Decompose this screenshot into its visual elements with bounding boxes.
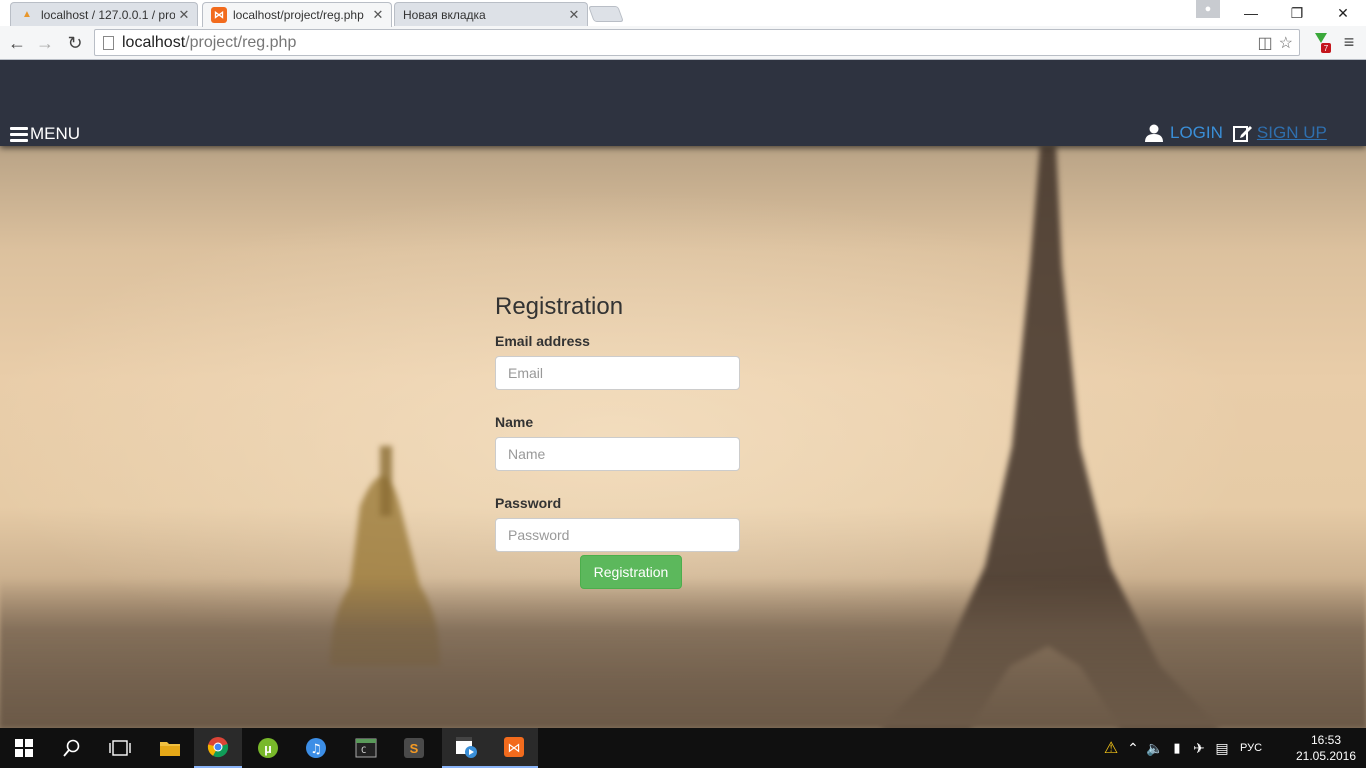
chevron-up-icon[interactable]: ⌃ bbox=[1122, 740, 1144, 757]
login-link[interactable]: LOGIN bbox=[1170, 123, 1223, 143]
browser-toolbar: ← → ↻ localhost/project/reg.php ◫ ☆ 7 ≡ bbox=[0, 26, 1366, 60]
tab-title: localhost / 127.0.0.1 / proj bbox=[41, 7, 175, 22]
utorrent-icon[interactable]: µ bbox=[244, 728, 292, 768]
url-path: /project/reg.php bbox=[185, 33, 297, 51]
email-label: Email address bbox=[495, 333, 590, 349]
extension-badge: 7 bbox=[1324, 44, 1329, 53]
svg-text:⋈: ⋈ bbox=[508, 741, 521, 756]
translate-icon[interactable]: ◫ bbox=[1258, 33, 1273, 53]
forward-arrow-icon[interactable]: → bbox=[32, 30, 58, 56]
tab-new-tab[interactable]: Новая вкладка ✕ bbox=[394, 2, 588, 26]
tab-reg-php[interactable]: ⋈ localhost/project/reg.php ✕ bbox=[202, 2, 392, 27]
bookmark-star-icon[interactable]: ☆ bbox=[1279, 33, 1293, 53]
new-tab-button[interactable] bbox=[588, 6, 624, 22]
chrome-icon[interactable] bbox=[194, 728, 242, 768]
page-content: MENU LOGIN SIGN UP Registration Email ad… bbox=[0, 61, 1366, 728]
svg-text:♫: ♫ bbox=[310, 742, 322, 757]
name-label: Name bbox=[495, 414, 534, 430]
airplane-icon[interactable]: ✈ bbox=[1188, 740, 1210, 757]
sublime-text-icon[interactable]: S bbox=[390, 728, 438, 768]
reload-icon[interactable]: ↻ bbox=[62, 30, 88, 56]
signup-link[interactable]: SIGN UP bbox=[1257, 123, 1327, 143]
minimize-button[interactable]: — bbox=[1228, 0, 1274, 26]
notification-icon[interactable]: ▤ bbox=[1210, 740, 1234, 757]
warning-icon[interactable]: ⚠ bbox=[1100, 738, 1122, 758]
language-indicator[interactable]: РУС bbox=[1240, 742, 1262, 754]
itunes-icon[interactable]: ♫ bbox=[292, 728, 340, 768]
menu-label: MENU bbox=[30, 124, 81, 143]
video-editor-icon[interactable] bbox=[442, 728, 490, 768]
restore-button[interactable]: ❐ bbox=[1274, 0, 1320, 26]
task-view-icon[interactable] bbox=[96, 728, 144, 768]
tab-title: localhost/project/reg.php bbox=[233, 8, 364, 22]
battery-icon[interactable]: ▮ bbox=[1166, 740, 1188, 756]
svg-text:S: S bbox=[410, 741, 419, 756]
browser-tab-strip: ▲ localhost / 127.0.0.1 / proj ✕ ⋈ local… bbox=[0, 0, 1366, 27]
user-icon bbox=[1145, 124, 1163, 142]
start-icon[interactable] bbox=[0, 728, 48, 768]
page-icon bbox=[103, 35, 114, 50]
edit-icon bbox=[1232, 126, 1252, 142]
address-bar[interactable]: localhost/project/reg.php ◫ ☆ bbox=[94, 29, 1300, 56]
auth-links: LOGIN SIGN UP bbox=[1144, 123, 1327, 143]
profile-icon[interactable]: ● bbox=[1196, 0, 1220, 18]
phpmyadmin-icon: ▲ bbox=[22, 9, 32, 20]
window-close-button[interactable]: ✕ bbox=[1320, 0, 1366, 26]
volume-icon[interactable]: 🔈 bbox=[1144, 740, 1166, 757]
xampp-icon[interactable]: ⋈ bbox=[490, 728, 538, 768]
xampp-icon: ⋈ bbox=[211, 7, 227, 23]
chrome-menu-icon[interactable]: ≡ bbox=[1338, 30, 1360, 54]
password-input[interactable] bbox=[495, 518, 740, 552]
svg-text:µ: µ bbox=[264, 741, 272, 756]
system-tray: ⚠ ⌃ 🔈 ▮ ✈ ▤ РУС bbox=[1100, 728, 1262, 768]
clock[interactable]: 16:53 21.05.2016 bbox=[1294, 732, 1358, 764]
svg-text:C: C bbox=[361, 746, 366, 756]
back-arrow-icon[interactable]: ← bbox=[4, 30, 30, 56]
form-title: Registration bbox=[495, 293, 624, 320]
tab-title: Новая вкладка bbox=[403, 7, 486, 22]
extension-icon[interactable]: 7 bbox=[1310, 30, 1332, 54]
email-input[interactable] bbox=[495, 356, 740, 390]
url-host: localhost bbox=[122, 33, 186, 51]
close-icon[interactable]: ✕ bbox=[175, 7, 193, 23]
clock-date: 21.05.2016 bbox=[1295, 749, 1357, 763]
password-label: Password bbox=[495, 495, 562, 511]
name-input[interactable] bbox=[495, 437, 740, 471]
city-skyline bbox=[0, 578, 1366, 728]
windows-taskbar: µ ♫ C S ⋈ ⚠ ⌃ 🔈 ▮ ✈ ▤ РУС 16:53 21.05.20… bbox=[0, 728, 1366, 768]
clock-time: 16:53 bbox=[1310, 733, 1342, 747]
close-icon[interactable]: ✕ bbox=[565, 7, 583, 23]
close-icon[interactable]: ✕ bbox=[369, 7, 387, 23]
site-navbar: MENU LOGIN SIGN UP bbox=[0, 61, 1366, 146]
command-prompt-icon[interactable]: C bbox=[342, 728, 390, 768]
file-explorer-icon[interactable] bbox=[146, 728, 194, 768]
menu-button[interactable]: MENU bbox=[10, 124, 80, 144]
tab-phpmyadmin[interactable]: ▲ localhost / 127.0.0.1 / proj ✕ bbox=[10, 2, 198, 26]
hamburger-icon bbox=[10, 126, 28, 142]
registration-button[interactable]: Registration bbox=[580, 555, 682, 589]
search-icon[interactable] bbox=[48, 728, 96, 768]
registration-form: Registration Email address Name Password… bbox=[495, 293, 740, 589]
